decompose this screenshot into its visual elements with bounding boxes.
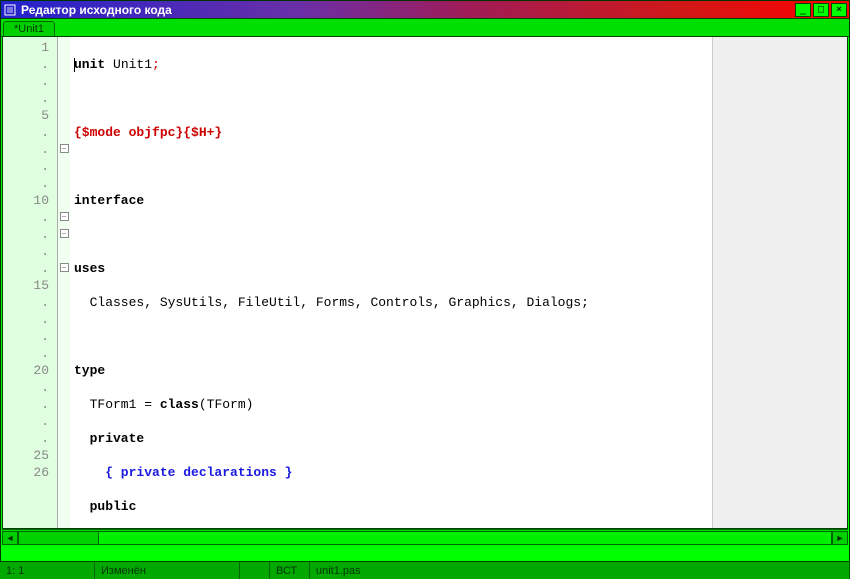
tab-unit1[interactable]: *Unit1 (3, 21, 55, 36)
gutter: 1...5....10....15....20....2526 (3, 37, 58, 528)
minimize-button[interactable]: _ (795, 3, 811, 17)
status-insert-mode: ВСТ (270, 562, 310, 579)
scroll-right-icon[interactable]: ► (832, 531, 848, 545)
fold-column: − − − − (58, 37, 70, 528)
statusbar: 1: 1 Изменён ВСТ unit1.pas (0, 561, 850, 579)
code-editor[interactable]: 1...5....10....15....20....2526 − − − − u… (2, 36, 848, 529)
window-title: Редактор исходного кода (21, 3, 172, 17)
scroll-thumb[interactable] (19, 532, 99, 544)
horizontal-scrollbar[interactable]: ◄ ► (2, 529, 848, 545)
status-empty1 (240, 562, 270, 579)
status-cursor-pos: 1: 1 (0, 562, 95, 579)
scroll-track[interactable] (18, 531, 832, 545)
editor-area: 1...5....10....15....20....2526 − − − − u… (2, 36, 848, 545)
editor-margin (712, 37, 847, 528)
scroll-left-icon[interactable]: ◄ (2, 531, 18, 545)
status-modified: Изменён (95, 562, 240, 579)
fold-icon[interactable]: − (60, 229, 69, 238)
titlebar: Редактор исходного кода _ □ × (1, 1, 849, 19)
code-content[interactable]: unit Unit1; {$mode objfpc}{$H+} interfac… (70, 37, 712, 528)
close-button[interactable]: × (831, 3, 847, 17)
tab-strip: *Unit1 (1, 19, 849, 37)
app-icon (3, 3, 17, 17)
fold-icon[interactable]: − (60, 263, 69, 272)
status-filename: unit1.pas (310, 562, 850, 579)
fold-icon[interactable]: − (60, 212, 69, 221)
maximize-button[interactable]: □ (813, 3, 829, 17)
fold-icon[interactable]: − (60, 144, 69, 153)
